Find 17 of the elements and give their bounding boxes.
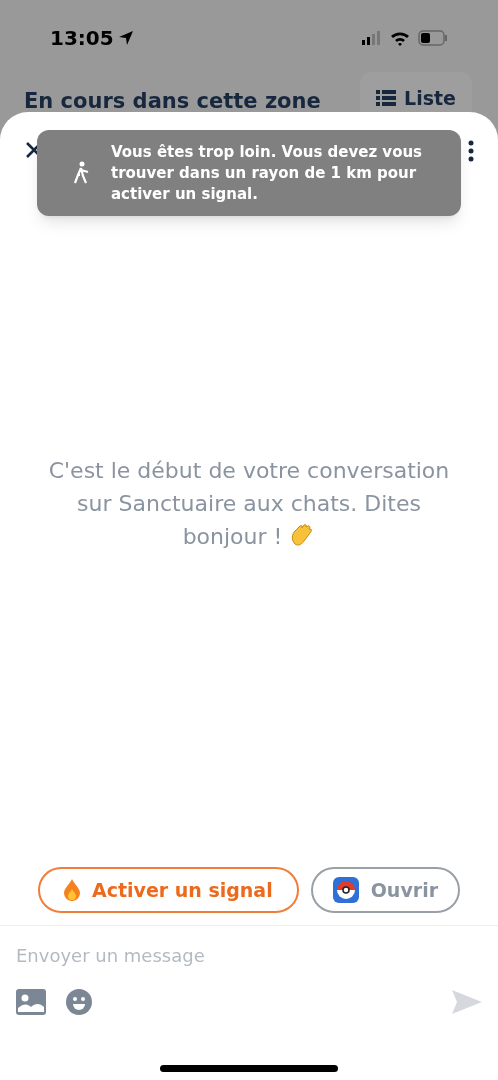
- message-field[interactable]: Envoyer un message: [16, 942, 482, 969]
- status-time: 13:05: [50, 25, 114, 52]
- empty-chat-message: C'est le début de votre conversation sur Sanctuaire aux chats. Dites bonjour !: [48, 457, 450, 551]
- signal-icon: [362, 31, 382, 45]
- signal-button[interactable]: Activer un signal: [37, 867, 299, 913]
- image-icon[interactable]: [16, 989, 46, 1015]
- location-icon: [117, 30, 134, 46]
- wifi-icon: [390, 30, 410, 46]
- flame-icon: [63, 879, 80, 901]
- toast-message: Vous êtes trop loin. Vous devez vous trouver dans un rayon de 1 km pour activer un signal.: [111, 141, 424, 205]
- open-button[interactable]: Ouvrir: [310, 867, 461, 913]
- walking-person-icon: [73, 161, 91, 185]
- emoji-icon[interactable]: [66, 989, 92, 1015]
- list-icon: [376, 90, 397, 106]
- battery-icon: [418, 30, 448, 46]
- background-title: En cours dans cette zone: [24, 88, 321, 115]
- more-icon[interactable]: [468, 140, 474, 162]
